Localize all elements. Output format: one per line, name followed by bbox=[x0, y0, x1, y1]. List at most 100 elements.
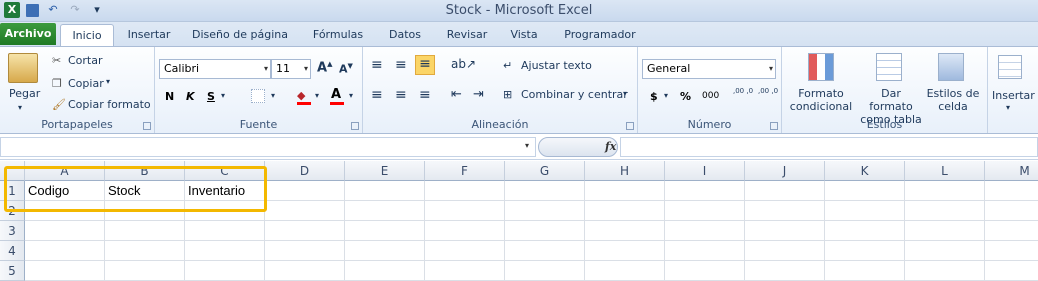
cell-C3[interactable] bbox=[185, 221, 265, 241]
insert-button[interactable]: Insertar bbox=[992, 89, 1035, 102]
tab-archivo[interactable]: Archivo bbox=[0, 23, 56, 45]
cell-G3[interactable] bbox=[505, 221, 585, 241]
cell-I5[interactable] bbox=[665, 261, 745, 281]
font-color-icon[interactable]: A bbox=[331, 87, 341, 102]
font-color-dropdown-icon[interactable]: ▾ bbox=[349, 91, 353, 100]
row-header[interactable]: 3 bbox=[0, 221, 25, 241]
cell-E4[interactable] bbox=[345, 241, 425, 261]
cell-H5[interactable] bbox=[585, 261, 665, 281]
cell-M4[interactable] bbox=[985, 241, 1038, 261]
cell-F3[interactable] bbox=[425, 221, 505, 241]
cell-E2[interactable] bbox=[345, 201, 425, 221]
tab-insertar[interactable]: Insertar bbox=[124, 24, 174, 46]
cell-B4[interactable] bbox=[105, 241, 185, 261]
cell-D4[interactable] bbox=[265, 241, 345, 261]
cell-K1[interactable] bbox=[825, 181, 905, 201]
cell-D5[interactable] bbox=[265, 261, 345, 281]
cell-D3[interactable] bbox=[265, 221, 345, 241]
cell-M3[interactable] bbox=[985, 221, 1038, 241]
align-middle-icon[interactable]: ≡ bbox=[395, 57, 407, 73]
cell-H2[interactable] bbox=[585, 201, 665, 221]
cell-J4[interactable] bbox=[745, 241, 825, 261]
cell-L4[interactable] bbox=[905, 241, 985, 261]
fill-color-icon[interactable]: ◆ bbox=[297, 89, 305, 102]
column-header[interactable]: M bbox=[985, 161, 1038, 181]
wrap-text-button[interactable]: Ajustar texto bbox=[521, 59, 592, 72]
cell-J3[interactable] bbox=[745, 221, 825, 241]
tab-inicio[interactable]: Inicio bbox=[60, 24, 114, 46]
name-box[interactable]: ▾ bbox=[0, 137, 536, 157]
tab-revisar[interactable]: Revisar bbox=[442, 24, 492, 46]
cell-D2[interactable] bbox=[265, 201, 345, 221]
cell-J2[interactable] bbox=[745, 201, 825, 221]
chevron-down-icon[interactable]: ▾ bbox=[525, 141, 529, 150]
cell-G2[interactable] bbox=[505, 201, 585, 221]
cell-E1[interactable] bbox=[345, 181, 425, 201]
cell-styles-button[interactable]: Estilos de celda bbox=[926, 87, 980, 113]
tab-diseno-pagina[interactable]: Diseño de página bbox=[190, 24, 290, 46]
copy-button[interactable]: Copiar bbox=[68, 77, 104, 90]
cell-B5[interactable] bbox=[105, 261, 185, 281]
paste-button[interactable]: Pegar bbox=[9, 87, 40, 100]
cell-F1[interactable] bbox=[425, 181, 505, 201]
cell-B3[interactable] bbox=[105, 221, 185, 241]
cell-L5[interactable] bbox=[905, 261, 985, 281]
cell-I4[interactable] bbox=[665, 241, 745, 261]
cell-A5[interactable] bbox=[25, 261, 105, 281]
column-header[interactable]: J bbox=[745, 161, 825, 181]
cell-K2[interactable] bbox=[825, 201, 905, 221]
cell-E5[interactable] bbox=[345, 261, 425, 281]
cell-L1[interactable] bbox=[905, 181, 985, 201]
currency-dropdown-icon[interactable]: ▾ bbox=[664, 91, 668, 100]
merge-center-button[interactable]: Combinar y centrar bbox=[521, 88, 628, 101]
cell-E3[interactable] bbox=[345, 221, 425, 241]
copy-dropdown-icon[interactable]: ▾ bbox=[106, 77, 110, 86]
cell-H4[interactable] bbox=[585, 241, 665, 261]
fx-button[interactable]: fx bbox=[538, 137, 618, 157]
cell-K4[interactable] bbox=[825, 241, 905, 261]
cell-I3[interactable] bbox=[665, 221, 745, 241]
bold-button[interactable]: N bbox=[165, 90, 174, 103]
fill-color-dropdown-icon[interactable]: ▾ bbox=[315, 91, 319, 100]
cut-button[interactable]: Cortar bbox=[68, 54, 103, 67]
cell-H3[interactable] bbox=[585, 221, 665, 241]
increase-decimal-button[interactable]: ,00 ,0 bbox=[733, 87, 755, 95]
cell-F2[interactable] bbox=[425, 201, 505, 221]
column-header[interactable]: D bbox=[265, 161, 345, 181]
cell-G4[interactable] bbox=[505, 241, 585, 261]
dialog-launcher-icon[interactable] bbox=[143, 122, 151, 130]
align-top-icon[interactable]: ≡ bbox=[371, 57, 383, 73]
cell-M5[interactable] bbox=[985, 261, 1038, 281]
shrink-font-icon[interactable]: A▼ bbox=[339, 62, 353, 76]
orientation-icon[interactable]: ab↗ bbox=[451, 57, 476, 71]
cell-K5[interactable] bbox=[825, 261, 905, 281]
underline-dropdown-icon[interactable]: ▾ bbox=[221, 91, 225, 100]
borders-icon[interactable] bbox=[251, 89, 265, 103]
cell-D1[interactable] bbox=[265, 181, 345, 201]
increase-indent-icon[interactable]: ⇥ bbox=[473, 87, 484, 102]
grow-font-icon[interactable]: A▲ bbox=[317, 60, 332, 75]
cell-F5[interactable] bbox=[425, 261, 505, 281]
column-header[interactable]: L bbox=[905, 161, 985, 181]
column-header[interactable]: E bbox=[345, 161, 425, 181]
cell-M1[interactable] bbox=[985, 181, 1038, 201]
column-header[interactable]: K bbox=[825, 161, 905, 181]
decrease-decimal-button[interactable]: ,00 ,0 bbox=[758, 87, 780, 95]
percent-button[interactable]: % bbox=[680, 90, 691, 103]
italic-button[interactable]: K bbox=[186, 90, 195, 103]
align-right-icon[interactable]: ≡ bbox=[419, 87, 431, 103]
format-painter-button[interactable]: Copiar formato bbox=[68, 98, 151, 111]
decrease-indent-icon[interactable]: ⇤ bbox=[451, 87, 462, 102]
number-format-select[interactable]: General ▾ bbox=[642, 59, 776, 79]
cell-M2[interactable] bbox=[985, 201, 1038, 221]
borders-dropdown-icon[interactable]: ▾ bbox=[271, 91, 275, 100]
align-center-icon[interactable]: ≡ bbox=[395, 87, 407, 103]
formula-input[interactable] bbox=[620, 137, 1038, 157]
cell-C5[interactable] bbox=[185, 261, 265, 281]
currency-button[interactable]: $ bbox=[650, 90, 658, 103]
dialog-launcher-icon[interactable] bbox=[770, 122, 778, 130]
underline-button[interactable]: S bbox=[207, 90, 215, 103]
column-header[interactable]: F bbox=[425, 161, 505, 181]
tab-formulas[interactable]: Fórmulas bbox=[310, 24, 366, 46]
cell-H1[interactable] bbox=[585, 181, 665, 201]
